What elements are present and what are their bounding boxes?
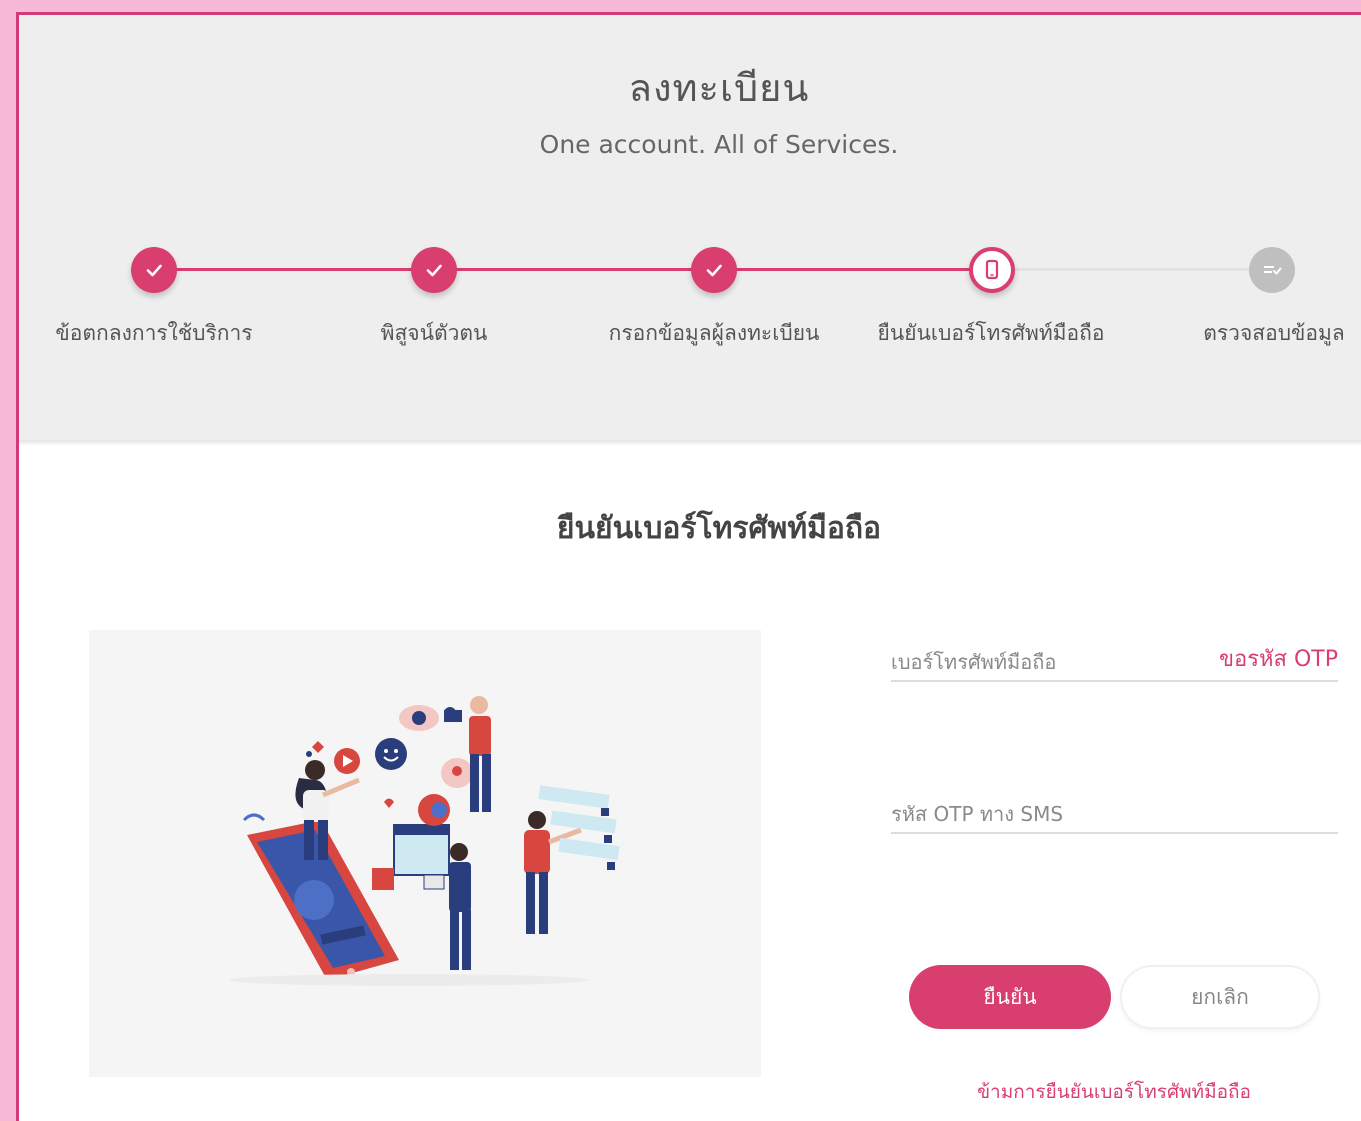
check-icon <box>426 264 442 277</box>
page-subtitle: One account. All of Services. <box>539 130 899 159</box>
cancel-button[interactable]: ยกเลิก <box>1120 965 1320 1029</box>
step-3-indicator <box>691 247 737 293</box>
man-with-camera-figure <box>444 696 491 812</box>
person-with-panels-figure <box>524 785 620 934</box>
otp-field-placeholder[interactable]: รหัส OTP ทาง SMS <box>891 798 1063 830</box>
phone-field[interactable]: เบอร์โทรศัพท์มือถือ ขอรหัส OTP <box>891 638 1338 682</box>
list-check-icon <box>1264 266 1282 275</box>
registration-page: ลงทะเบียน One account. All of Services. … <box>16 12 1361 1121</box>
social-media-illustration <box>229 696 620 986</box>
woman-figure <box>295 760 360 860</box>
step-3-label: กรอกข้อมูลผู้ลงทะเบียน <box>608 321 820 345</box>
skip-verification-link[interactable]: ข้ามการยืนยันเบอร์โทรศัพท์มือถือ <box>889 1077 1339 1107</box>
check-icon <box>706 264 722 277</box>
check-icon <box>146 264 162 277</box>
step-1-label: ข้อตกลงการใช้บริการ <box>55 321 253 345</box>
illustration-panel <box>89 630 761 1077</box>
step-4-indicator <box>969 247 1015 293</box>
step-4-label: ยืนยันเบอร์โทรศัพท์มือถือ <box>877 321 1105 345</box>
registration-header: ลงทะเบียน One account. All of Services. … <box>19 15 1361 446</box>
section-title: ยืนยันเบอร์โทรศัพท์มือถือ <box>556 511 882 546</box>
step-1-indicator <box>131 247 177 293</box>
page-title: ลงทะเบียน <box>628 66 810 110</box>
step-5-label: ตรวจสอบข้อมูล <box>1203 321 1345 345</box>
step-5-indicator <box>1249 247 1295 293</box>
confirm-button[interactable]: ยืนยัน <box>909 965 1111 1029</box>
progress-line-pending <box>999 268 1274 271</box>
step-2-label: พิสูจน์ตัวตน <box>380 321 488 345</box>
step-2-indicator <box>411 247 457 293</box>
progress-line-completed <box>159 268 999 271</box>
phone-icon <box>985 259 999 280</box>
phone-field-placeholder[interactable]: เบอร์โทรศัพท์มือถือ <box>891 646 1056 678</box>
request-otp-link[interactable]: ขอรหัส OTP <box>1219 641 1338 676</box>
otp-field[interactable]: รหัส OTP ทาง SMS <box>891 790 1338 834</box>
